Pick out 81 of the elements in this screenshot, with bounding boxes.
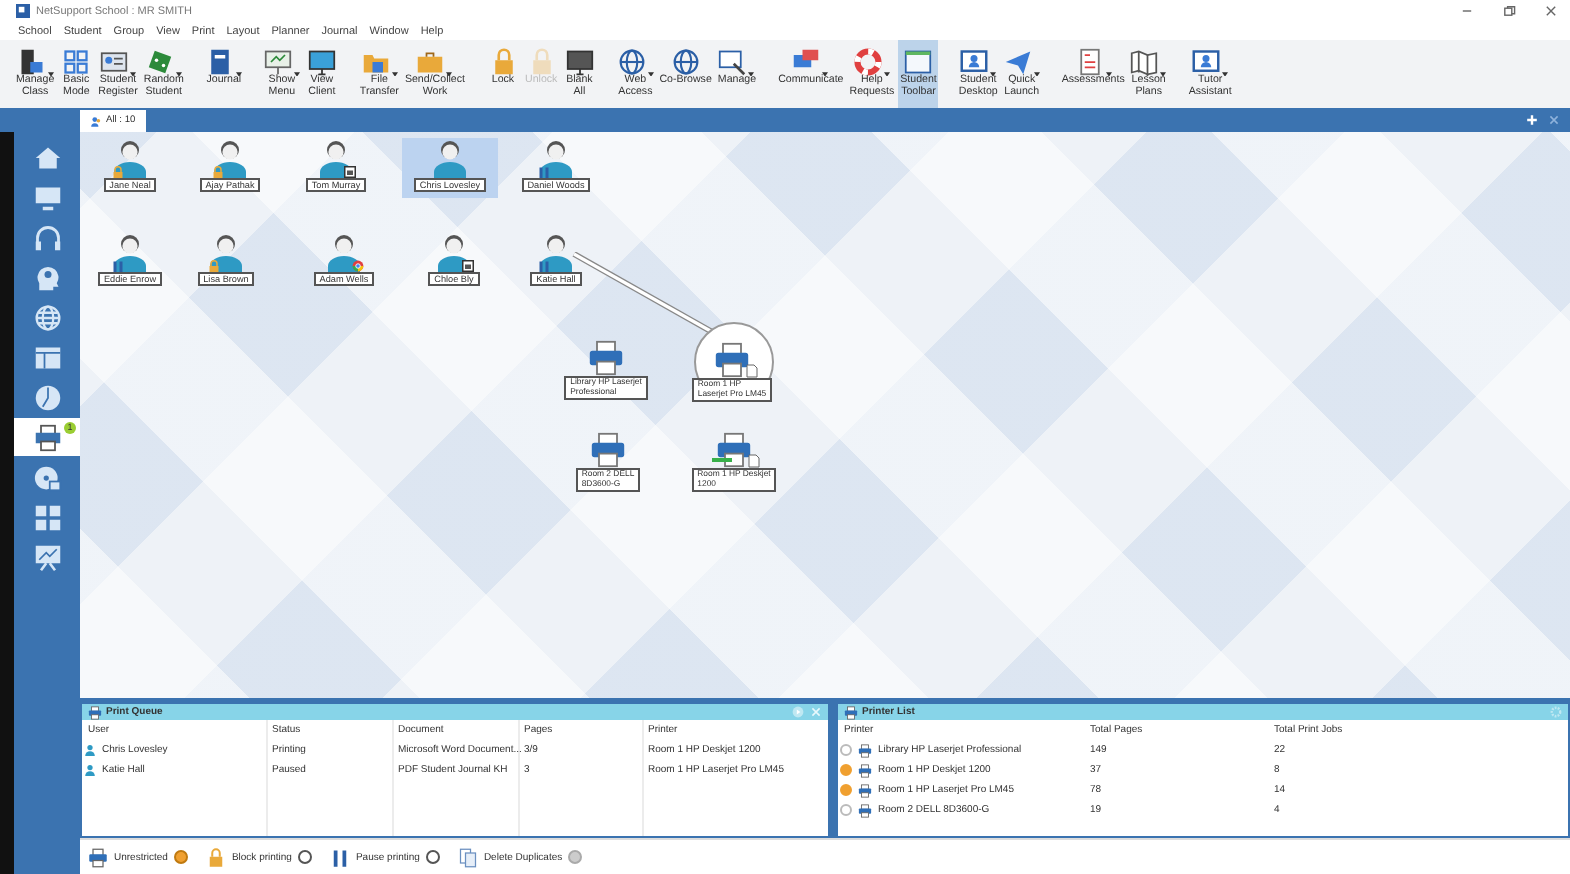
globe-icon [617, 48, 646, 76]
caret-icon [647, 71, 654, 76]
padlock-badge-icon [112, 166, 124, 178]
monitor-icon [565, 48, 594, 76]
book-icon [205, 48, 234, 76]
pause-icon [329, 847, 350, 867]
easel-icon [33, 543, 61, 571]
pause-badge-icon [538, 166, 550, 178]
person-icon [84, 744, 96, 756]
paper-plane-icon [1003, 48, 1032, 76]
globe-icon [33, 303, 61, 331]
globe-icon [671, 48, 700, 76]
person-screen-icon [1192, 48, 1221, 76]
document-icon [746, 364, 758, 378]
documents-icon [457, 847, 478, 867]
person-screen-icon [960, 48, 989, 76]
map-icon [1130, 48, 1159, 76]
caret-icon [47, 71, 54, 76]
monitor-tools-icon [718, 48, 747, 76]
lock-icon [527, 48, 556, 76]
pause-badge-icon [538, 260, 550, 272]
monitor-icon [307, 48, 336, 76]
caret-icon [235, 71, 242, 76]
person-icon [110, 232, 150, 272]
person-icon [324, 232, 364, 272]
head-gear-icon [33, 263, 61, 291]
browser-badge-icon [352, 260, 364, 272]
card-icon [100, 48, 129, 76]
person-icon [110, 138, 150, 178]
people-icon [90, 115, 102, 127]
printer-icon [588, 340, 624, 376]
grid-icon [33, 503, 61, 531]
home-icon [33, 143, 61, 171]
caret-icon [822, 71, 829, 76]
padlock-badge-icon [208, 260, 220, 272]
caret-icon [748, 71, 755, 76]
person-icon [84, 764, 96, 776]
printer-icon [88, 847, 108, 867]
pause-badge-icon [112, 260, 124, 272]
caret-icon [1033, 71, 1040, 76]
clock-icon [33, 383, 61, 411]
caret-icon [1105, 71, 1112, 76]
person-icon [206, 232, 246, 272]
person-icon [210, 138, 250, 178]
printer-icon [590, 432, 626, 468]
close-icon[interactable] [1544, 4, 1558, 18]
caret-icon [391, 71, 398, 76]
caret-icon [175, 71, 182, 76]
person-icon [536, 138, 576, 178]
minimize-icon[interactable] [1460, 4, 1474, 18]
grid-icon [62, 48, 91, 76]
add-icon[interactable] [1526, 114, 1538, 126]
window-badge-icon [344, 166, 356, 178]
printer-icon [714, 342, 750, 378]
caret-icon [130, 71, 137, 76]
caret-icon [1222, 71, 1229, 76]
padlock-icon [205, 847, 226, 867]
panel-icon [17, 48, 46, 76]
printer-icon [33, 423, 61, 451]
caret-icon [990, 71, 997, 76]
caret-icon [293, 71, 300, 76]
caret-icon [883, 71, 890, 76]
monitor-icon [33, 183, 61, 211]
briefcase-icon [416, 48, 445, 76]
restore-icon[interactable] [1502, 4, 1516, 18]
easel-icon [263, 48, 292, 76]
document-icon [1075, 48, 1104, 76]
document-icon [748, 454, 760, 468]
window-badge-icon [462, 260, 474, 272]
printer-icon [716, 432, 752, 468]
lifebuoy-icon [853, 48, 882, 76]
person-icon [536, 232, 576, 272]
caret-icon [446, 71, 453, 76]
disc-icon [33, 463, 61, 491]
person-icon [430, 138, 470, 178]
padlock-badge-icon [212, 166, 224, 178]
caret-icon [1160, 71, 1167, 76]
headphones-icon [33, 223, 61, 251]
lock-icon [489, 48, 517, 76]
window-icon [904, 48, 933, 76]
table-icon [33, 343, 61, 371]
